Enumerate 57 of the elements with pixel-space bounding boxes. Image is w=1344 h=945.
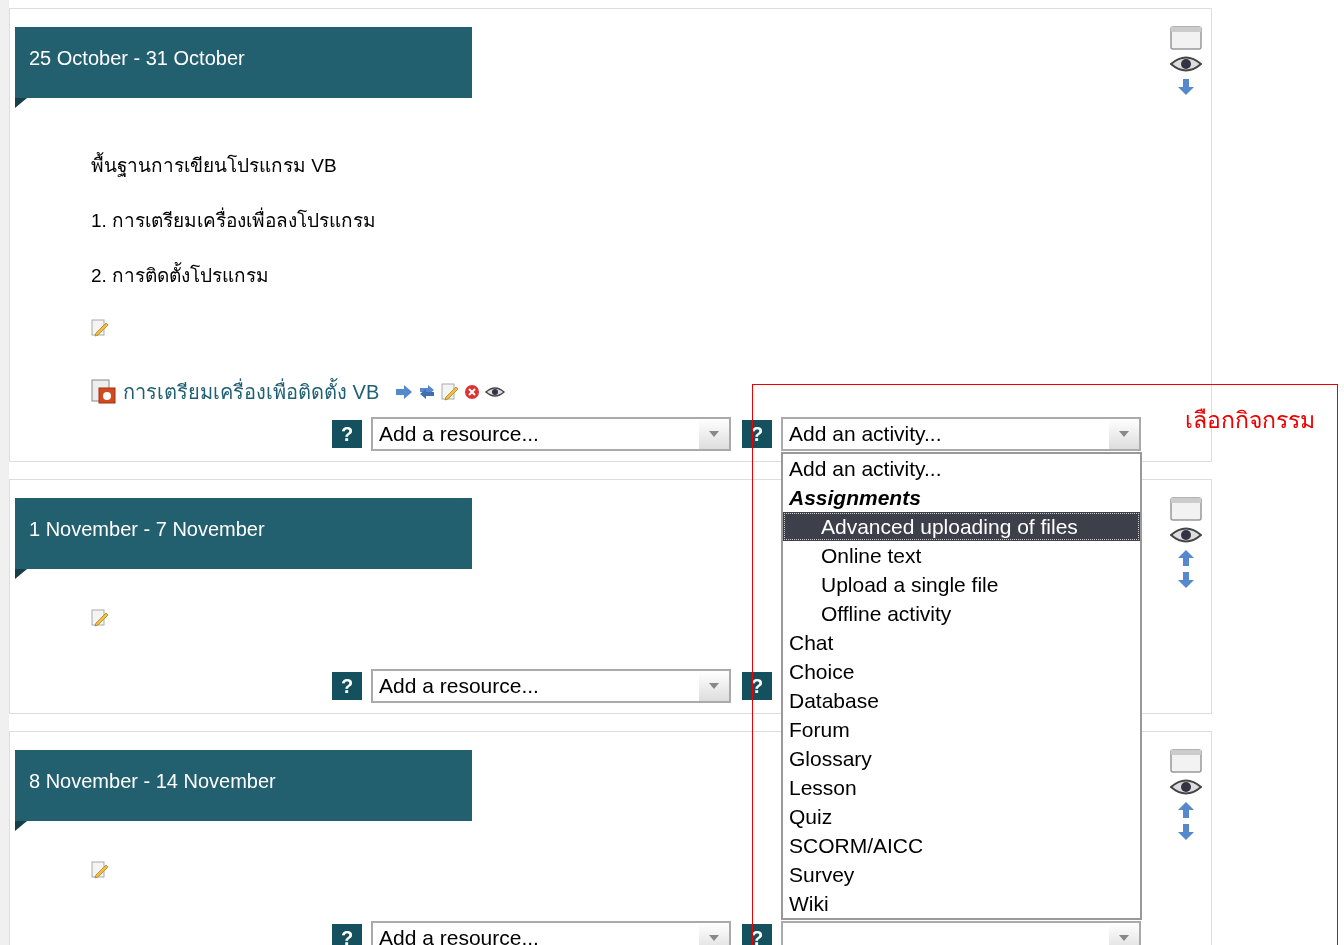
- move-icon[interactable]: [418, 384, 437, 400]
- week-title: 8 November - 14 November: [15, 750, 472, 831]
- up-arrow-icon[interactable]: [1177, 801, 1195, 819]
- edit-summary-icon[interactable]: [91, 319, 109, 337]
- week-title: 25 October - 31 October: [15, 27, 472, 108]
- menu-option[interactable]: Choice: [783, 657, 1140, 686]
- summary-text: พื้นฐานการเขียนโปรแกรม VB: [91, 154, 1161, 178]
- menu-option[interactable]: Survey: [783, 860, 1140, 889]
- summary-text: 1. การเตรียมเครื่องเพื่อลงโปรแกรม: [91, 209, 1161, 233]
- annotation-label: เลือกกิจกรรม: [1185, 406, 1315, 435]
- dropdown-caret-icon: [709, 431, 719, 437]
- help-button[interactable]: ?: [742, 420, 772, 448]
- delete-icon[interactable]: [464, 384, 481, 400]
- edit-summary-icon[interactable]: [91, 861, 109, 879]
- eye-icon[interactable]: [485, 386, 506, 398]
- menu-option[interactable]: Offline activity: [783, 599, 1140, 628]
- week-title: 1 November - 7 November: [15, 498, 472, 579]
- summary-text: 2. การติดตั้งโปรแกรม: [91, 264, 1161, 288]
- eye-icon[interactable]: [1170, 54, 1202, 74]
- down-arrow-icon[interactable]: [1177, 78, 1195, 96]
- resource-select[interactable]: Add a resource...: [371, 417, 731, 451]
- activity-select[interactable]: Add an activity...: [781, 417, 1141, 451]
- dropdown-caret-icon: [709, 935, 719, 941]
- up-arrow-icon[interactable]: [1177, 549, 1195, 567]
- menu-option[interactable]: Database: [783, 686, 1140, 715]
- menu-option[interactable]: Upload a single file: [783, 570, 1140, 599]
- menu-option[interactable]: Forum: [783, 715, 1140, 744]
- right-arrow-icon[interactable]: [395, 384, 414, 400]
- option-group-label: Assignments: [788, 485, 922, 511]
- help-button[interactable]: ?: [332, 420, 362, 448]
- help-button[interactable]: ?: [332, 672, 362, 700]
- menu-option[interactable]: Wiki: [783, 889, 1140, 918]
- menu-option[interactable]: Quiz: [783, 802, 1140, 831]
- resource-select[interactable]: Add a resource...: [371, 921, 731, 945]
- menu-option[interactable]: Online text: [783, 541, 1140, 570]
- eye-icon[interactable]: [1170, 525, 1202, 545]
- help-button[interactable]: ?: [742, 672, 772, 700]
- resource-select[interactable]: Add a resource...: [371, 669, 731, 703]
- help-button[interactable]: ?: [742, 924, 772, 945]
- menu-option[interactable]: Lesson: [783, 773, 1140, 802]
- menu-option[interactable]: Glossary: [783, 744, 1140, 773]
- resource-link[interactable]: การเตรียมเครื่องเพื่อติดตั้ง VB: [123, 377, 380, 407]
- activity-select[interactable]: [781, 921, 1141, 945]
- menu-option[interactable]: Add an activity...: [783, 454, 1140, 483]
- dropdown-caret-icon: [1119, 431, 1129, 437]
- eye-icon[interactable]: [1170, 777, 1202, 797]
- menu-option[interactable]: Advanced uploading of files: [783, 512, 1140, 541]
- dropdown-caret-icon: [1119, 935, 1129, 941]
- down-arrow-icon[interactable]: [1177, 823, 1195, 841]
- help-button[interactable]: ?: [332, 924, 362, 945]
- dropdown-caret-icon: [709, 683, 719, 689]
- menu-option[interactable]: SCORM/AICC: [783, 831, 1140, 860]
- edit-summary-icon[interactable]: [91, 609, 109, 627]
- menu-option[interactable]: Chat: [783, 628, 1140, 657]
- edit-icon[interactable]: [441, 383, 460, 401]
- presentation-file-icon: [91, 379, 117, 405]
- down-arrow-icon[interactable]: [1177, 571, 1195, 589]
